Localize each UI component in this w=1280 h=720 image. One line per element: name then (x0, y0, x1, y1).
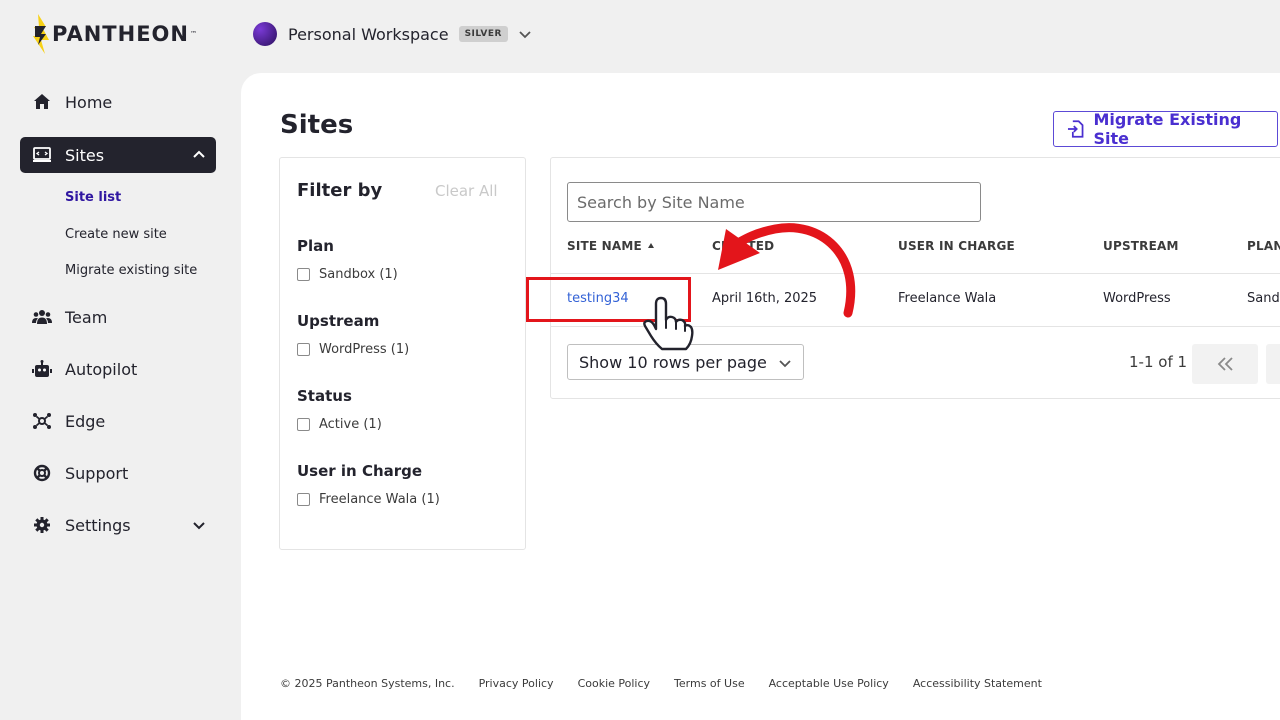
footer-link-cookie[interactable]: Cookie Policy (578, 677, 650, 690)
gear-icon (34, 517, 50, 533)
brand-name: PANTHEON (52, 22, 189, 46)
filter-group-plan: Plan (297, 237, 334, 255)
filter-option-wordpress[interactable]: WordPress (1) (297, 342, 409, 357)
checkbox[interactable] (297, 268, 310, 281)
checkbox[interactable] (297, 343, 310, 356)
column-header-user-in-charge[interactable]: USER IN CHARGE (898, 239, 1015, 253)
sidebar-item-home[interactable]: Home (20, 84, 216, 120)
chevron-down-icon (193, 522, 205, 530)
column-header-upstream[interactable]: UPSTREAM (1103, 239, 1179, 253)
previous-page-button[interactable] (1266, 344, 1280, 384)
sidebar-item-edge[interactable]: Edge (20, 403, 216, 439)
workspace-switcher[interactable]: Personal Workspace SILVER (253, 22, 532, 46)
workspace-avatar (253, 22, 277, 46)
user-in-charge-cell: Freelance Wala (898, 291, 997, 306)
sidebar-item-label: Sites (65, 145, 105, 165)
annotation-arrow (718, 223, 856, 318)
filter-group-user-in-charge: User in Charge (297, 462, 423, 480)
footer: © 2025 Pantheon Systems, Inc. Privacy Po… (280, 677, 1066, 690)
sidebar-subitem-create-site[interactable]: Create new site (65, 227, 167, 242)
sidebar-item-label: Autopilot (65, 359, 138, 379)
pointer-hand-icon (643, 296, 694, 351)
workspace-name: Personal Workspace (288, 24, 449, 44)
first-page-button[interactable] (1192, 344, 1258, 384)
filter-option-label: Active (1) (319, 417, 382, 432)
pagination-count: 1-1 of 1 (1129, 353, 1188, 371)
checkbox[interactable] (297, 418, 310, 431)
footer-link-acceptable-use[interactable]: Acceptable Use Policy (769, 677, 889, 690)
filter-title: Filter by (297, 180, 383, 201)
home-icon (34, 94, 50, 109)
migrate-existing-site-button[interactable]: Migrate Existing Site (1053, 110, 1278, 148)
sidebar-item-label: Home (65, 92, 113, 112)
double-chevron-left-icon (1217, 357, 1233, 371)
robot-icon (32, 360, 52, 377)
rows-per-page-label: Show 10 rows per page (579, 352, 767, 372)
sidebar-item-settings[interactable]: Settings (20, 507, 216, 543)
main-content: Sites Migrate Existing Site Filter by Cl… (241, 73, 1280, 720)
network-icon (33, 413, 51, 429)
plan-cell: Sandbox (1247, 291, 1280, 306)
lifebuoy-icon (33, 464, 51, 482)
sort-ascending-icon (647, 243, 654, 248)
upstream-cell: WordPress (1103, 291, 1171, 306)
filter-group-upstream: Upstream (297, 312, 380, 330)
top-bar: PANTHEON ™ Personal Workspace SILVER (0, 0, 1280, 72)
pantheon-bolt-icon (33, 14, 49, 54)
sidebar-item-label: Edge (65, 411, 106, 431)
page-title: Sites (280, 110, 354, 140)
footer-link-terms[interactable]: Terms of Use (674, 677, 745, 690)
sidebar-item-label: Settings (65, 515, 131, 535)
sidebar-item-label: Support (65, 463, 129, 483)
footer-link-privacy[interactable]: Privacy Policy (479, 677, 554, 690)
filter-group-status: Status (297, 387, 352, 405)
team-icon (32, 310, 52, 324)
footer-copyright: © 2025 Pantheon Systems, Inc. (280, 677, 455, 690)
plan-badge: SILVER (458, 26, 508, 42)
chevron-down-icon (779, 360, 791, 368)
filter-option-active[interactable]: Active (1) (297, 417, 382, 432)
pantheon-logo[interactable]: PANTHEON ™ (32, 14, 197, 54)
column-header-site-name[interactable]: SITE NAME (567, 239, 654, 253)
sidebar-subitem-migrate-site[interactable]: Migrate existing site (65, 263, 197, 278)
footer-link-accessibility[interactable]: Accessibility Statement (913, 677, 1042, 690)
column-header-label: SITE NAME (567, 239, 642, 253)
sidebar-item-autopilot[interactable]: Autopilot (20, 351, 216, 387)
clear-all-button[interactable]: Clear All (435, 182, 498, 200)
filter-option-label: Sandbox (1) (319, 267, 398, 282)
monitor-icon (33, 147, 51, 162)
filter-option-label: WordPress (1) (319, 342, 410, 357)
divider (551, 273, 1280, 274)
filter-option-sandbox[interactable]: Sandbox (1) (297, 267, 398, 282)
sidebar-subitem-site-list[interactable]: Site list (65, 190, 121, 205)
chevron-up-icon (193, 150, 205, 158)
sidebar-item-sites[interactable]: Sites (20, 137, 216, 173)
checkbox[interactable] (297, 493, 310, 506)
filter-option-label: Freelance Wala (1) (319, 492, 440, 507)
migrate-button-label: Migrate Existing Site (1093, 110, 1242, 148)
sidebar-item-label: Team (65, 307, 108, 327)
chevron-down-icon (519, 31, 531, 39)
trademark: ™ (189, 30, 197, 38)
filter-panel: Filter by Clear All Plan Sandbox (1) Ups… (279, 157, 526, 550)
sidebar-item-support[interactable]: Support (20, 455, 216, 491)
filter-option-freelance-wala[interactable]: Freelance Wala (1) (297, 492, 440, 507)
import-icon (1067, 120, 1084, 138)
sidebar-item-team[interactable]: Team (20, 299, 216, 335)
column-header-plan[interactable]: PLAN (1247, 239, 1280, 253)
